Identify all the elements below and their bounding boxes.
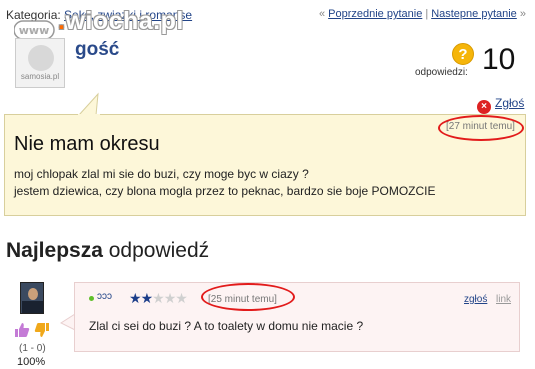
star-empty-icon: ★ (163, 290, 177, 306)
answerer-avatar[interactable] (20, 282, 44, 314)
watermark-suffix: .pl (153, 7, 184, 35)
vote-percent: 100% (17, 356, 46, 368)
avatar-suit (22, 301, 43, 313)
answer-box: ᴐᴐᴐ ★★★★★ [25 minut temu] zgłoś link Zla… (74, 282, 520, 352)
best-heading-bold: Najlepsza (6, 239, 103, 262)
answerer-name[interactable]: ᴐᴐᴐ (97, 291, 112, 302)
rating-stars: ★★★★★ (129, 290, 188, 306)
watermark-logo: .wiocha.pl (58, 7, 184, 36)
question-box: [27 minut temu] Nie mam okresu moj chlop… (4, 114, 526, 216)
report-label[interactable]: Zgłoś (495, 96, 524, 110)
answer-report[interactable]: zgłoś (464, 294, 487, 305)
thumb-down-icon[interactable] (34, 322, 50, 338)
star-empty-icon: ★ (152, 290, 165, 306)
star-filled-icon: ★ (129, 290, 142, 306)
star-empty-icon: ★ (175, 290, 188, 306)
prev-question-link[interactable]: Poprzednie pytanie (328, 8, 422, 20)
question-nav: « Poprzednie pytanie | Nastepne pytanie » (319, 8, 526, 20)
next-question-link[interactable]: Nastepne pytanie (431, 8, 517, 20)
asker-avatar[interactable]: samosia.pl (15, 38, 65, 88)
left-arrow-icon: « (318, 8, 326, 20)
question-text: moj chlopak zlal mi sie do buzi, czy mog… (14, 166, 436, 200)
question-title: Nie mam okresu (14, 133, 160, 155)
vote-count: (1 - 0) (19, 343, 46, 354)
question-line-2: jestem dziewica, czy blona mogla przez t… (14, 184, 436, 198)
avatar-logo-text: samosia.pl (20, 72, 60, 81)
best-heading-rest: odpowiedź (102, 239, 210, 262)
star-filled-icon: ★ (140, 290, 154, 306)
nav-separator: | (425, 8, 429, 20)
answer-report-link[interactable]: zgłoś (464, 294, 487, 305)
answer-text: Zlal ci sei do buzi ? A to toalety w dom… (89, 319, 364, 333)
avatar-placeholder-icon (28, 45, 54, 71)
asker-name[interactable]: gość (75, 39, 119, 61)
question-line-1: moj chlopak zlal mi sie do buzi, czy mog… (14, 167, 309, 181)
report-button[interactable]: × Zgłoś (477, 96, 524, 114)
answer-permalink[interactable]: link (496, 294, 511, 305)
answers-count: 10 (482, 43, 516, 76)
best-answer-heading: Najlepsza odpowiedź (6, 239, 209, 263)
time-highlight-oval (438, 115, 524, 141)
avatar-face (28, 288, 38, 300)
watermark-prefix: www (19, 24, 50, 37)
thumb-up-icon[interactable] (14, 322, 30, 338)
answers-label: odpowiedzi: (415, 67, 468, 78)
bubble-tail-icon (77, 92, 100, 116)
online-status-icon (89, 296, 94, 301)
right-arrow-icon: » (519, 8, 526, 20)
question-mark-icon: ? (452, 43, 474, 65)
answer-time-highlight-oval (201, 283, 295, 311)
watermark-name: wiocha (65, 7, 154, 35)
report-x-icon: × (477, 100, 491, 114)
